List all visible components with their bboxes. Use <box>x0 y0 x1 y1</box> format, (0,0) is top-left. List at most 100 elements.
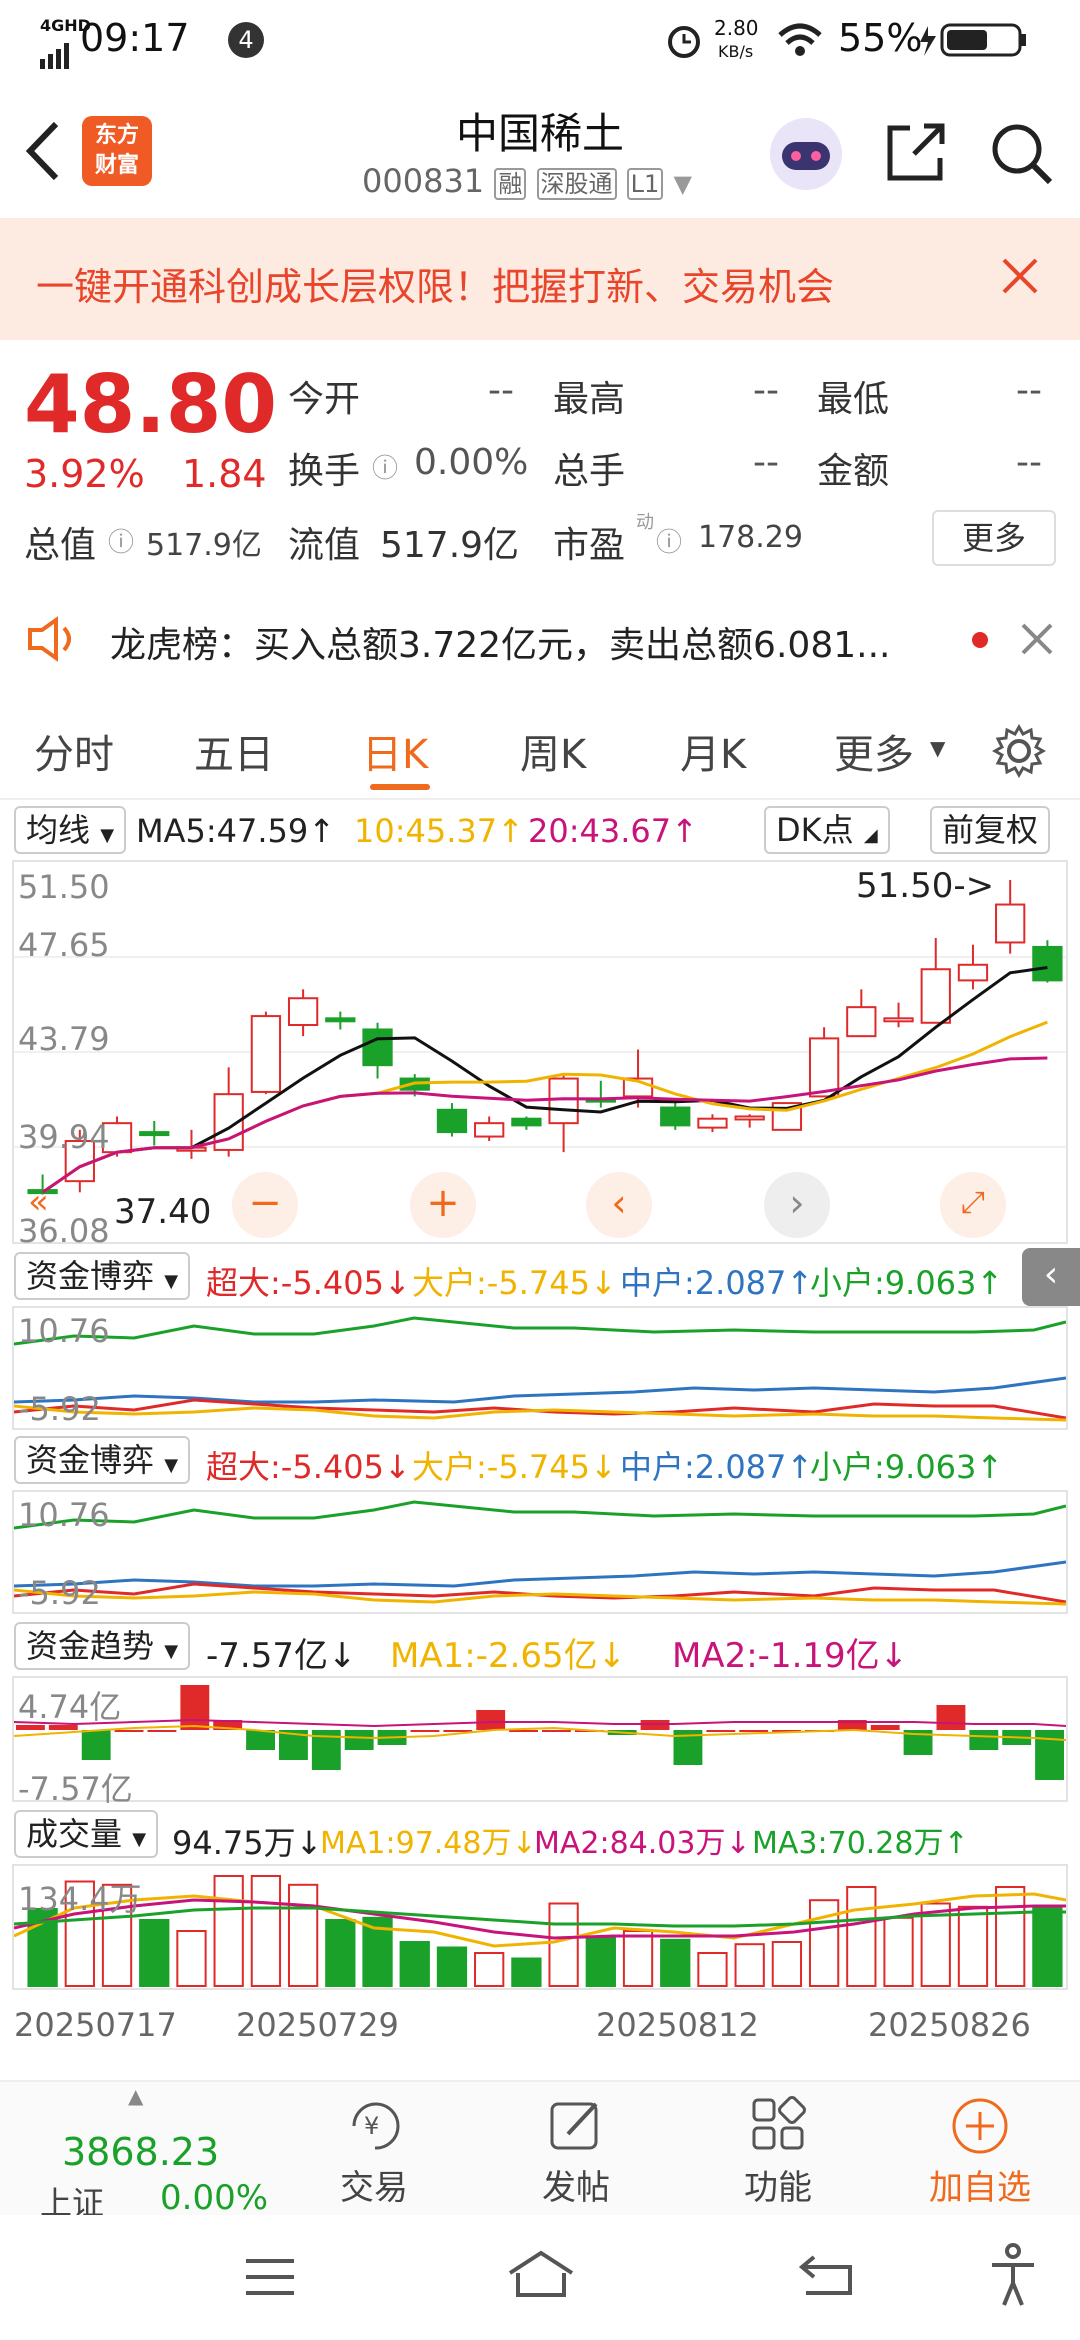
trend-ma2-line <box>14 1718 1066 1728</box>
small-value: 小户:9.063↑ <box>810 1448 1004 1486</box>
y-axis-top: 51.50 <box>18 868 110 906</box>
candle-body <box>139 1131 170 1137</box>
stock-code-row[interactable]: 000831 融 深股通 L1 ▼ <box>362 162 692 200</box>
volume-bar <box>808 1899 840 1988</box>
network-speed-unit: KB/s <box>718 42 754 61</box>
scroll-right-button[interactable]: › <box>764 1172 830 1238</box>
close-icon[interactable] <box>1020 622 1054 660</box>
tab-five-day[interactable]: 五日 <box>194 722 274 780</box>
back-nav-icon[interactable] <box>798 2253 854 2301</box>
stock-code: 000831 <box>362 162 485 200</box>
expand-up-icon: ▲ <box>128 2084 144 2108</box>
dragon-tiger-bar[interactable]: 龙虎榜：买入总额3.722亿元，卖出总额6.081... <box>0 590 1080 690</box>
info-icon[interactable]: ⓘ <box>108 522 134 559</box>
function-button[interactable]: 功能 <box>698 2082 858 2217</box>
candle-body <box>734 1115 765 1121</box>
volume-select[interactable]: 成交量 ▼ <box>14 1810 159 1858</box>
accessibility-icon[interactable] <box>988 2243 1038 2311</box>
medium-value: 中户:2.087↑ <box>620 1264 814 1302</box>
system-nav-bar <box>0 2215 1080 2340</box>
add-watchlist-button[interactable]: 加自选 <box>900 2082 1060 2217</box>
y-axis-top: 134.4万 <box>18 1880 142 1918</box>
chevron-down-icon: ▼ <box>164 1271 179 1292</box>
trend-bar <box>476 1710 506 1730</box>
volume-bar <box>734 1943 765 1987</box>
fund-game-select-1[interactable]: 资金博弈 ▼ <box>14 1252 191 1300</box>
info-icon[interactable]: ⓘ <box>372 448 398 485</box>
tab-daily-k[interactable]: 日K <box>362 722 428 780</box>
chevron-down-icon: ▼ <box>164 1455 179 1476</box>
trend-bar <box>410 1730 440 1732</box>
robot-assistant-icon[interactable] <box>768 116 844 196</box>
network-speed: 2.80 <box>714 16 759 40</box>
tab-weekly-k[interactable]: 周K <box>520 722 586 780</box>
dk-point-button[interactable]: DK点 ◢ <box>764 806 890 854</box>
pe-label: 市盈 <box>553 525 626 566</box>
small-value: 小户:9.063↑ <box>810 1264 1004 1302</box>
kline-panel[interactable]: 51.50 47.65 43.79 39.94 36.08 51.50-> 37… <box>12 860 1068 1250</box>
share-icon[interactable] <box>884 122 948 188</box>
volume-label: 总手 <box>553 451 626 492</box>
fund-trend-chart: 4.74亿 -7.57亿 <box>12 1676 1068 1808</box>
kline-chart <box>14 880 1066 1195</box>
volume-bar <box>548 1902 579 1987</box>
y-axis-2: 47.65 <box>18 926 110 964</box>
y-axis-bottom: -7.57亿 <box>18 1770 133 1808</box>
min-price-label: 37.40 <box>114 1192 212 1232</box>
volume-value: 94.75万↓ <box>172 1824 323 1862</box>
fund-game-row-1: 资金博弈 ▼ 超大:-5.405↓ 大户:-5.745↓ 中户:2.087↑ 小… <box>0 1248 1080 1306</box>
trend-bar <box>81 1730 111 1760</box>
volume-bar <box>176 1930 207 1987</box>
search-icon[interactable] <box>990 122 1054 190</box>
candle-body <box>250 1015 282 1093</box>
small-line <box>14 1316 1066 1346</box>
zoom-out-button[interactable]: − <box>232 1172 298 1238</box>
tab-more[interactable]: 更多 <box>834 722 914 780</box>
menu-icon[interactable] <box>244 2257 296 2301</box>
index-ticker[interactable]: ▲ 3868.23 上证 0.00% <box>0 2082 280 2222</box>
super-large-value: 超大:-5.405↓ <box>206 1264 411 1302</box>
status-bar: 4GHD 09:17 4 2.80 KB/s 55% <box>0 0 1080 80</box>
bottom-action-bar: ▲ 3868.23 上证 0.00% ¥ 交易 发帖 功能 加自选 <box>0 2080 1080 2222</box>
max-price-label: 51.50-> <box>856 866 995 906</box>
home-icon[interactable] <box>506 2249 576 2303</box>
fullscreen-button[interactable]: ⤢ <box>940 1172 1006 1238</box>
plus-circle-icon <box>950 2096 1010 2160</box>
candle-body <box>660 1106 691 1127</box>
volume-row: 成交量 ▼ 94.75万↓ MA1:97.48万↓ MA2:84.03万↓ MA… <box>0 1810 1080 1862</box>
low-value: -- <box>1016 370 1042 411</box>
fund-trend-select[interactable]: 资金趋势 ▼ <box>14 1622 191 1670</box>
more-button[interactable]: 更多 <box>932 510 1056 566</box>
amount-value: -- <box>1016 442 1042 483</box>
candle-body <box>808 1037 840 1098</box>
trend-bar <box>542 1730 571 1732</box>
candle-body <box>511 1117 542 1127</box>
stock-header: 东方 财富 中国稀土 000831 融 深股通 L1 ▼ <box>0 80 1080 218</box>
info-icon[interactable]: ⓘ <box>656 522 682 559</box>
scroll-left-button[interactable]: ‹ <box>586 1172 652 1238</box>
ma-select[interactable]: 均线 ▼ <box>14 806 127 854</box>
zoom-in-button[interactable]: + <box>410 1172 476 1238</box>
double-chevron-left-icon[interactable]: « <box>28 1182 49 1222</box>
tab-monthly-k[interactable]: 月K <box>680 722 746 780</box>
low-label: 最低 <box>817 379 890 420</box>
tab-intraday[interactable]: 分时 <box>34 722 114 780</box>
signal-icon <box>40 34 74 78</box>
gear-icon[interactable] <box>991 723 1047 782</box>
turnover-value: 0.00% <box>414 442 529 483</box>
fund-game-select-2[interactable]: 资金博弈 ▼ <box>14 1436 191 1484</box>
market-cap-label: 总值 <box>24 525 97 566</box>
adjust-button[interactable]: 前复权 <box>930 806 1051 854</box>
notification-badge: 4 <box>228 22 264 58</box>
volume-bar <box>474 1952 505 1987</box>
post-button[interactable]: 发帖 <box>496 2082 656 2217</box>
promo-banner[interactable]: 一键开通科创成长层权限！把握打新、交易机会 <box>0 218 1080 340</box>
candle-body <box>1032 945 1063 982</box>
close-icon[interactable] <box>1000 256 1040 300</box>
side-panel-toggle[interactable]: ‹ <box>1022 1248 1080 1306</box>
period-tabs: 分时 五日 日K 周K 月K 更多 ▼ <box>0 700 1080 800</box>
index-change: 0.00% <box>160 2178 269 2218</box>
trend-bar <box>180 1685 210 1730</box>
fund-game-svg-2 <box>14 1500 1066 1606</box>
trade-button[interactable]: ¥ 交易 <box>294 2082 454 2217</box>
